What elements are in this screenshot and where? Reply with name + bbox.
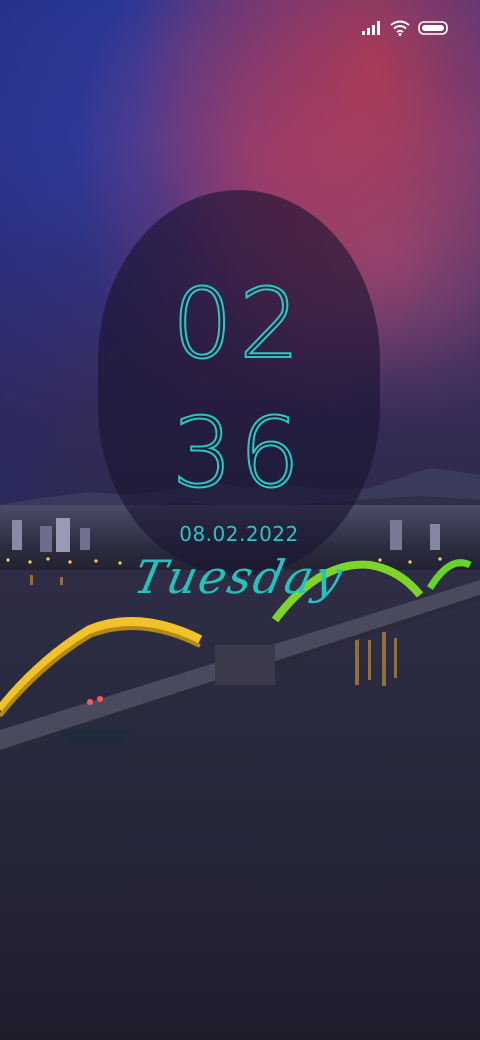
status-bar: [362, 14, 450, 42]
clock-hours: 02: [171, 268, 307, 380]
date-label: 08.02.2022: [179, 522, 299, 546]
signal-bars-icon: [362, 21, 382, 35]
clock-minutes: 36: [171, 397, 307, 509]
battery-icon: [418, 20, 450, 36]
clock-widget-background: [98, 190, 380, 576]
weekday-label: Tuesday: [129, 550, 349, 604]
wifi-icon: [390, 20, 410, 36]
